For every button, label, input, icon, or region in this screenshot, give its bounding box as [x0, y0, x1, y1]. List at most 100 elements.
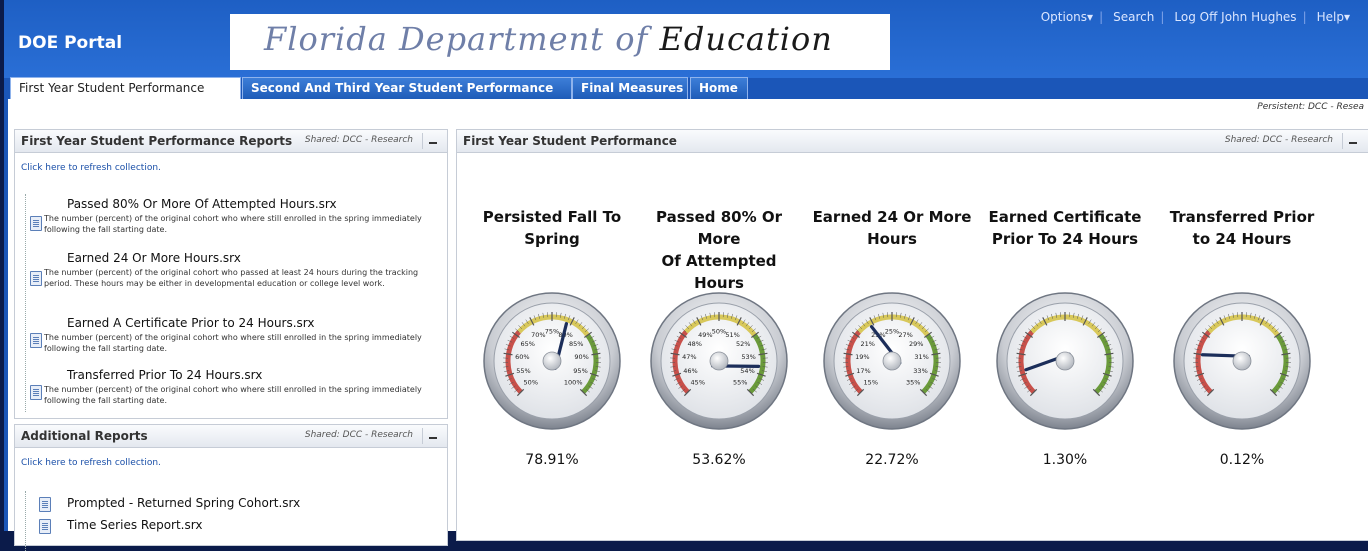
divider: |: [1303, 10, 1307, 24]
gauge-title-line: to 24 Hours: [1157, 228, 1327, 250]
gauge-tick-label: 55%: [516, 367, 530, 375]
gauge-tick-label: 53%: [741, 353, 755, 361]
tab-final-measures[interactable]: Final Measures: [572, 77, 688, 99]
search-link[interactable]: Search: [1113, 10, 1154, 24]
report-title[interactable]: Transferred Prior To 24 Hours.srx: [67, 368, 262, 382]
shared-label: Shared: DCC - Research: [1225, 135, 1333, 145]
report-description: The number (percent) of the original coh…: [44, 384, 444, 406]
report-title[interactable]: Prompted - Returned Spring Cohort.srx: [67, 496, 300, 510]
options-link[interactable]: Options▾: [1041, 10, 1093, 24]
gauge-tick-label: 75%: [545, 328, 559, 336]
gauge-tick-label: 54%: [740, 367, 754, 375]
gauge-tick-label: 95%: [573, 367, 587, 375]
report-file-icon: [30, 216, 42, 231]
additional-reports-panel: Additional Reports Shared: DCC - Researc…: [14, 424, 448, 546]
gauge-tick-label: 100%: [564, 379, 583, 387]
gauge-tick-label: 35%: [906, 379, 920, 387]
gauge-dial: 50%55%60%65%70%75%80%85%90%95%100%: [481, 290, 623, 432]
gauge-tick-label: 85%: [569, 340, 583, 348]
gauge-tick-label: 55%: [733, 379, 747, 387]
report-title[interactable]: Earned A Certificate Prior to 24 Hours.s…: [67, 316, 315, 330]
gauge-tick-label: 65%: [521, 340, 535, 348]
gauge-dial: 15%17%19%21%23%25%27%29%31%33%35%: [821, 290, 963, 432]
content-area: Persistent: DCC - Resea First Year Stude…: [8, 99, 1368, 531]
gauge-tick-label: 50%: [712, 328, 726, 336]
report-title[interactable]: Passed 80% Or More Of Attempted Hours.sr…: [67, 197, 337, 211]
report-file-icon: [30, 385, 42, 400]
report-file-icon: [39, 519, 51, 534]
gauge-hub: [1233, 352, 1251, 370]
tab-second-third-year[interactable]: Second And Third Year Student Performanc…: [242, 77, 572, 99]
gauge-tick-label: 45%: [691, 379, 705, 387]
report-description: The number (percent) of the original coh…: [44, 267, 444, 289]
gauge-dial: [994, 290, 1136, 432]
gauge-title: Earned CertificatePrior To 24 Hours: [980, 206, 1150, 250]
report-title[interactable]: Time Series Report.srx: [67, 518, 202, 532]
gauge-tick-label: 90%: [574, 353, 588, 361]
doe-banner: Florida Department of Education: [230, 14, 890, 70]
gauge-title-line: Spring: [467, 228, 637, 250]
report-file-icon: [39, 497, 51, 512]
gauge-value: 1.30%: [980, 452, 1150, 468]
gauge-dial: [1171, 290, 1313, 432]
panel-header: First Year Student Performance Shared: D…: [457, 130, 1368, 153]
report-description: The number (percent) of the original coh…: [44, 213, 444, 235]
gauge-card: Passed 80% Or MoreOf Attempted Hours 45% 4…: [634, 206, 804, 468]
portal-header: DOE Portal Florida Department of Educati…: [4, 0, 1368, 78]
tab-first-year[interactable]: First Year Student Performance: [10, 77, 241, 99]
banner-title-dark: Education: [659, 20, 832, 58]
shared-label: Shared: DCC - Research: [305, 135, 413, 145]
help-link[interactable]: Help▾: [1317, 10, 1350, 24]
gauge-value: 22.72%: [807, 452, 977, 468]
minimize-button[interactable]: [422, 428, 443, 444]
logoff-link[interactable]: Log Off John Hughes: [1174, 10, 1296, 24]
brand-title[interactable]: DOE Portal: [18, 33, 122, 53]
gauge-tick-label: 49%: [698, 331, 712, 339]
gauge-tick-label: 17%: [856, 367, 870, 375]
gauge-title-line: Passed 80% Or More: [634, 206, 804, 250]
gauge-tick-label: 51%: [725, 331, 739, 339]
gauge-tick-label: 70%: [531, 331, 545, 339]
reports-panel: First Year Student Performance Reports S…: [14, 129, 448, 419]
gauge-tick-label: 60%: [515, 353, 529, 361]
gauge-tick-label: 21%: [861, 340, 875, 348]
report-title[interactable]: Earned 24 Or More Hours.srx: [67, 251, 241, 265]
report-description: The number (percent) of the original coh…: [44, 332, 444, 354]
gauge-value: 78.91%: [467, 452, 637, 468]
gauge-title: Earned 24 Or MoreHours: [807, 206, 977, 250]
panel-header: Additional Reports Shared: DCC - Researc…: [15, 425, 447, 448]
tree-line: [25, 194, 27, 412]
refresh-link[interactable]: Click here to refresh collection.: [21, 458, 161, 468]
shared-label: Shared: DCC - Research: [305, 430, 413, 440]
gauge-tick-label: 52%: [736, 340, 750, 348]
gauge-hub: [883, 352, 901, 370]
gauge-tick-label: 25%: [885, 328, 899, 336]
gauge-title-line: Persisted Fall To: [467, 206, 637, 228]
gauge-card: Earned 24 Or MoreHours15%17%19%21%23%25%…: [807, 206, 977, 468]
gauge-title: Persisted Fall ToSpring: [467, 206, 637, 250]
gauge-card: Transferred Priorto 24 Hours0.12%: [1157, 206, 1327, 468]
gauge-tick-label: 29%: [909, 340, 923, 348]
top-links: Options▾|Search|Log Off John Hughes|Help…: [1035, 10, 1350, 24]
gauge-tick-label: 33%: [913, 367, 927, 375]
minimize-button[interactable]: [1342, 133, 1363, 149]
gauge-card: Persisted Fall ToSpring 50% 55% 60% 65%70%75…: [467, 206, 637, 468]
gauge-title-line: Prior To 24 Hours: [980, 228, 1150, 250]
gauge-title: Passed 80% Or MoreOf Attempted Hours: [634, 206, 804, 250]
banner-title-light: Florida Department of: [264, 20, 648, 58]
gauge-title-line: Earned Certificate: [980, 206, 1150, 228]
gauge-tick-label: 50%: [524, 379, 538, 387]
panel-title: First Year Student Performance Reports: [21, 134, 292, 148]
minimize-button[interactable]: [422, 133, 443, 149]
gauge-hub: [1056, 352, 1074, 370]
gauge-dial: 45%46%47%48%49%50%51%52%53%54%55%: [648, 290, 790, 432]
divider: |: [1099, 10, 1103, 24]
app-frame: DOE Portal Florida Department of Educati…: [4, 0, 1368, 531]
gauge-tick-label: 19%: [855, 353, 869, 361]
tab-home[interactable]: Home: [690, 77, 748, 99]
gauge-tick-label: 48%: [688, 340, 702, 348]
banner-title: Florida Department of Education: [264, 20, 833, 58]
persistent-label: Persistent: DCC - Resea: [1257, 102, 1364, 112]
gauge-value: 0.12%: [1157, 452, 1327, 468]
refresh-link[interactable]: Click here to refresh collection.: [21, 163, 161, 173]
